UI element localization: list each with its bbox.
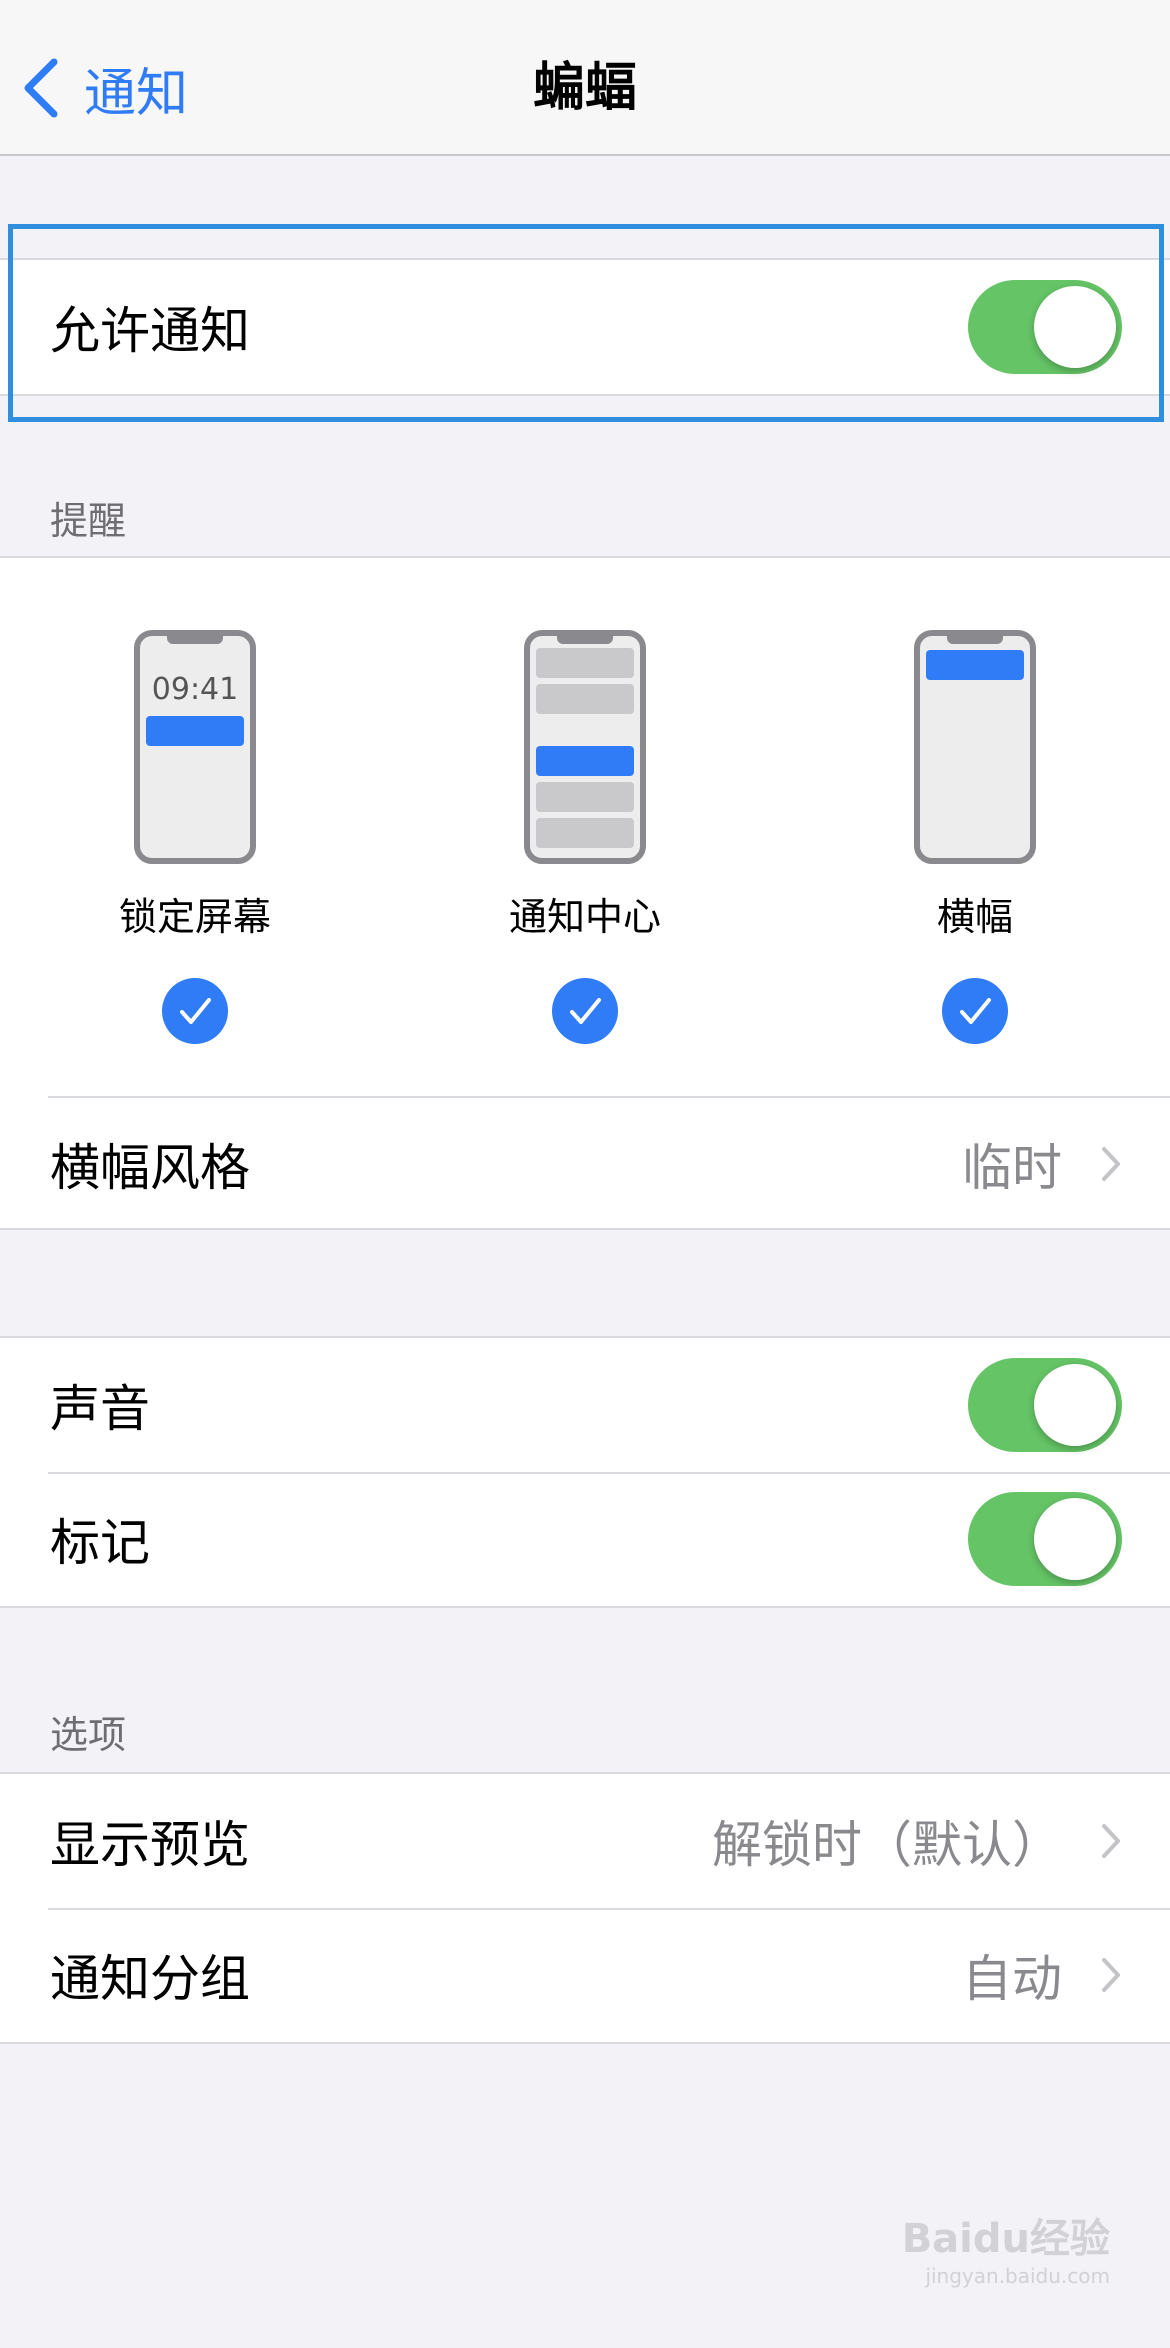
lock-screen-checkmark-icon[interactable] — [162, 978, 228, 1044]
option-label: 横幅 — [936, 895, 1013, 939]
alert-style-options: 09:41 锁定屏幕 通知中心 横幅 — [0, 558, 1170, 1096]
toggle-knob — [1034, 1498, 1116, 1580]
options-group: 显示预览 解锁时（默认） 通知分组 自动 — [0, 1772, 1170, 2044]
toggle-knob — [1034, 1364, 1116, 1446]
alerts-section-header: 提醒 — [50, 499, 127, 543]
option-label: 锁定屏幕 — [118, 895, 271, 939]
chevron-right-icon — [1102, 1147, 1120, 1181]
lock-screen-time: 09:41 — [151, 672, 239, 707]
banner-style-value: 临时 — [962, 1139, 1062, 1197]
lock-screen-phone-icon: 09:41 — [134, 630, 256, 864]
sounds-label: 声音 — [50, 1380, 150, 1438]
navigation-bar: 通知 蝙蝠 — [0, 0, 1170, 156]
notification-grouping-value: 自动 — [962, 1950, 1062, 2008]
alerts-group: 09:41 锁定屏幕 通知中心 横幅 横幅风格 临时 — [0, 556, 1170, 1230]
chevron-right-icon — [1102, 1958, 1120, 1992]
option-label: 通知中心 — [508, 895, 661, 939]
watermark-url: jingyan.baidu.com — [925, 2264, 1110, 2288]
watermark: Baidu经验 jingyan.baidu.com — [902, 2206, 1110, 2288]
banners-phone-icon — [914, 630, 1036, 864]
notification-center-phone-icon — [524, 630, 646, 864]
banners-checkmark-icon[interactable] — [942, 978, 1008, 1044]
show-previews-row[interactable]: 显示预览 解锁时（默认） — [0, 1774, 1170, 1908]
banner-style-row[interactable]: 横幅风格 临时 — [48, 1096, 1170, 1230]
sounds-toggle[interactable] — [968, 1358, 1122, 1452]
show-previews-value: 解锁时（默认） — [712, 1816, 1062, 1874]
show-previews-label: 显示预览 — [50, 1816, 250, 1874]
notification-grouping-row[interactable]: 通知分组 自动 — [0, 1908, 1170, 2042]
badges-toggle[interactable] — [968, 1492, 1122, 1586]
highlight-box — [8, 224, 1164, 422]
badges-row: 标记 — [0, 1472, 1170, 1606]
options-section-header: 选项 — [50, 1713, 127, 1757]
watermark-brand: Baidu经验 — [901, 2216, 1110, 2262]
sounds-badges-group: 声音 标记 — [0, 1336, 1170, 1608]
badges-label: 标记 — [50, 1514, 150, 1572]
notification-center-checkmark-icon[interactable] — [552, 978, 618, 1044]
banner-style-label: 横幅风格 — [50, 1139, 250, 1197]
sounds-row: 声音 — [0, 1338, 1170, 1472]
page-title: 蝙蝠 — [532, 58, 637, 118]
notification-grouping-label: 通知分组 — [50, 1950, 250, 2008]
chevron-right-icon — [1102, 1824, 1120, 1858]
